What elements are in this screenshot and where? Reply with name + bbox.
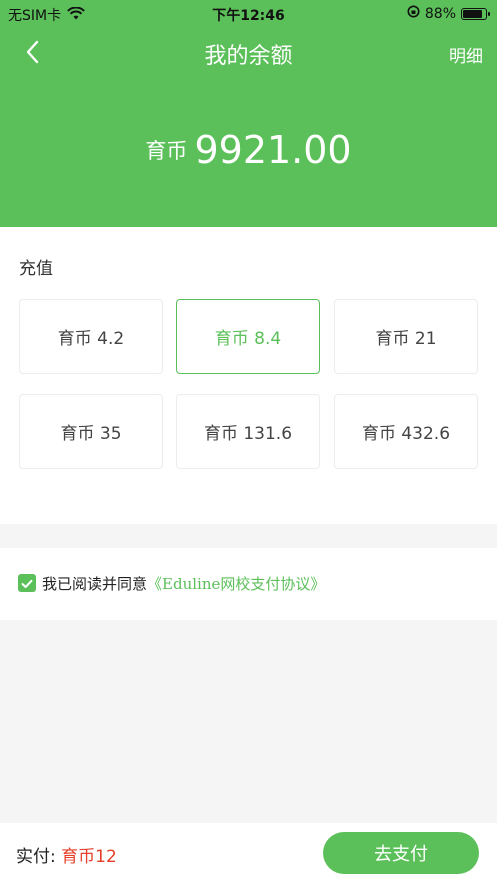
agreement-label: 我已阅读并同意 — [42, 575, 148, 593]
status-bar: 无SIM卡 下午12:46 88% — [0, 0, 497, 26]
recharge-option[interactable]: 育币 35 — [19, 394, 163, 469]
total-price: 实付: 育币12 — [16, 842, 117, 867]
recharge-option-label: 育币 8.4 — [214, 329, 282, 349]
recharge-option-label: 育币 35 — [60, 424, 122, 444]
recharge-option[interactable]: 育币 4.2 — [19, 299, 163, 374]
orientation-lock-icon — [407, 5, 420, 22]
total-label: 实付: — [16, 847, 56, 867]
recharge-option-label: 育币 131.6 — [203, 424, 293, 444]
recharge-option[interactable]: 育币 21 — [334, 299, 478, 374]
recharge-option-label: 育币 21 — [375, 329, 437, 349]
detail-button[interactable]: 明细 — [449, 42, 483, 67]
nav-bar: 我的余额 明细 — [0, 26, 497, 80]
recharge-title: 充值 — [19, 259, 53, 279]
total-value: 育币12 — [61, 847, 117, 867]
balance-unit: 育币 — [145, 139, 188, 163]
balance-display: 育币 9921.00 — [0, 128, 497, 172]
recharge-option[interactable]: 育币 131.6 — [176, 394, 320, 469]
balance-amount: 9921.00 — [194, 128, 352, 172]
payment-agreement-link[interactable]: 《Eduline网校支付协议》 — [147, 575, 325, 593]
checkout-bar: 实付: 育币12 去支付 — [0, 823, 497, 883]
recharge-option-selected[interactable]: 育币 8.4 — [176, 299, 320, 374]
pay-button[interactable]: 去支付 — [323, 832, 479, 874]
checkmark-icon — [21, 574, 33, 593]
recharge-option-label: 育币 4.2 — [57, 329, 125, 349]
agreement-text: 我已阅读并同意《Eduline网校支付协议》 — [42, 573, 325, 594]
recharge-option-label: 育币 432.6 — [361, 424, 451, 444]
agree-checkbox[interactable] — [18, 574, 36, 592]
balance-header: 无SIM卡 下午12:46 88% 我的余额 明细 育币 9921.00 — [0, 0, 497, 227]
battery-percent: 88% — [424, 5, 456, 22]
recharge-option[interactable]: 育币 432.6 — [334, 394, 478, 469]
recharge-section: 充值 育币 4.2 育币 8.4 育币 21 育币 35 育币 131.6 育币… — [0, 227, 497, 524]
battery-icon — [461, 7, 490, 20]
agreement-section: 我已阅读并同意《Eduline网校支付协议》 — [0, 548, 497, 620]
page-title: 我的余额 — [204, 44, 293, 69]
